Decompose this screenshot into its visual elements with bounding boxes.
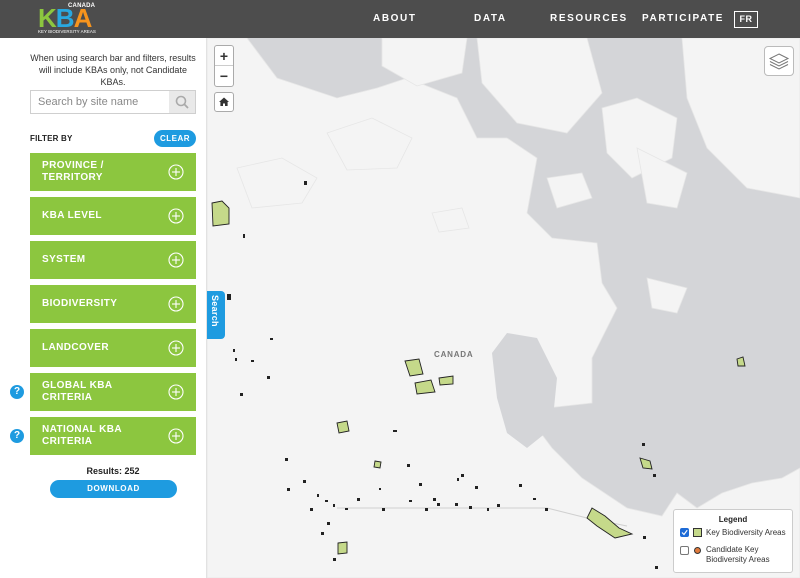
filter-label: BIODIVERSITY	[42, 298, 118, 309]
site-search	[30, 90, 196, 114]
map-view[interactable]: + − Search CANADA Legend Key Biodiversit…	[207, 38, 800, 578]
download-button[interactable]: DOWNLOAD	[50, 480, 177, 498]
site-search-button[interactable]	[169, 91, 195, 113]
legend-candidate-checkbox[interactable]	[680, 546, 689, 555]
plus-circle-icon	[168, 252, 184, 268]
help-icon-national-criteria[interactable]: ?	[10, 429, 24, 443]
filter-system[interactable]: SYSTEM	[30, 241, 196, 279]
clear-filters-button[interactable]: CLEAR	[154, 130, 196, 147]
plus-circle-icon	[168, 384, 184, 400]
filter-label: PROVINCE / TERRITORY	[42, 160, 104, 183]
legend-title: Legend	[718, 515, 748, 524]
top-header: CANADA KBA KEY BIODIVERSITY AREAS ABOUT …	[0, 0, 800, 38]
search-tab-label: Search	[210, 295, 220, 327]
kba-swatch	[693, 528, 702, 537]
legend-item-kba: Key Biodiversity Areas	[680, 527, 792, 539]
nav-participate[interactable]: PARTICIPATE	[642, 0, 724, 38]
kba-logo[interactable]: CANADA KBA KEY BIODIVERSITY AREAS	[36, 2, 96, 36]
results-count: Results: 252	[86, 466, 140, 476]
map-legend: Legend Key Biodiversity Areas Candidate …	[673, 509, 793, 573]
filter-biodiversity[interactable]: BIODIVERSITY	[30, 285, 196, 323]
search-icon	[175, 95, 189, 109]
search-notice: When using search bar and filters, resul…	[30, 53, 196, 87]
legend-kba-checkbox[interactable]	[680, 528, 689, 537]
filter-global-kba-criteria[interactable]: GLOBAL KBA CRITERIA	[30, 373, 196, 411]
home-icon	[219, 97, 229, 106]
help-icon-global-criteria[interactable]: ?	[10, 385, 24, 399]
filter-by-label: FILTER BY	[30, 134, 73, 143]
search-panel-tab[interactable]: Search	[207, 291, 225, 339]
legend-item-candidate: Candidate Key Biodiversity Areas	[680, 544, 792, 568]
filter-sidebar: When using search bar and filters, resul…	[0, 38, 207, 578]
plus-circle-icon	[168, 208, 184, 224]
checkmark-icon	[681, 529, 688, 536]
zoom-out-button[interactable]: −	[215, 66, 233, 86]
filter-label: KBA LEVEL	[42, 210, 102, 221]
candidate-swatch	[694, 547, 701, 554]
filter-label: SYSTEM	[42, 254, 86, 265]
filter-national-kba-criteria[interactable]: NATIONAL KBA CRITERIA	[30, 417, 196, 455]
layers-button[interactable]	[764, 46, 794, 76]
filter-kba-level[interactable]: KBA LEVEL	[30, 197, 196, 235]
plus-circle-icon	[168, 340, 184, 356]
legend-kba-label: Key Biodiversity Areas	[706, 528, 786, 537]
logo-letters: KBA	[38, 3, 92, 33]
nav-resources[interactable]: RESOURCES	[550, 0, 628, 38]
zoom-in-button[interactable]: +	[215, 46, 233, 66]
zoom-control: + −	[214, 45, 234, 87]
plus-circle-icon	[168, 296, 184, 312]
filter-label: NATIONAL KBA CRITERIA	[42, 424, 122, 447]
filter-landcover[interactable]: LANDCOVER	[30, 329, 196, 367]
layers-icon	[768, 53, 790, 70]
basemap	[207, 38, 800, 578]
country-label: CANADA	[434, 350, 474, 359]
home-extent-button[interactable]	[214, 92, 234, 112]
nav-data[interactable]: DATA	[474, 0, 507, 38]
filter-label: GLOBAL KBA CRITERIA	[42, 380, 113, 403]
filter-province-territory[interactable]: PROVINCE / TERRITORY	[30, 153, 196, 191]
plus-circle-icon	[168, 428, 184, 444]
nav-about[interactable]: ABOUT	[373, 0, 417, 38]
language-toggle-button[interactable]: FR	[734, 11, 758, 28]
filter-label: LANDCOVER	[42, 342, 109, 353]
plus-circle-icon	[168, 164, 184, 180]
logo-tagline: KEY BIODIVERSITY AREAS	[38, 29, 96, 34]
legend-candidate-label: Candidate Key Biodiversity Areas	[706, 545, 770, 564]
site-search-input[interactable]	[31, 91, 169, 113]
